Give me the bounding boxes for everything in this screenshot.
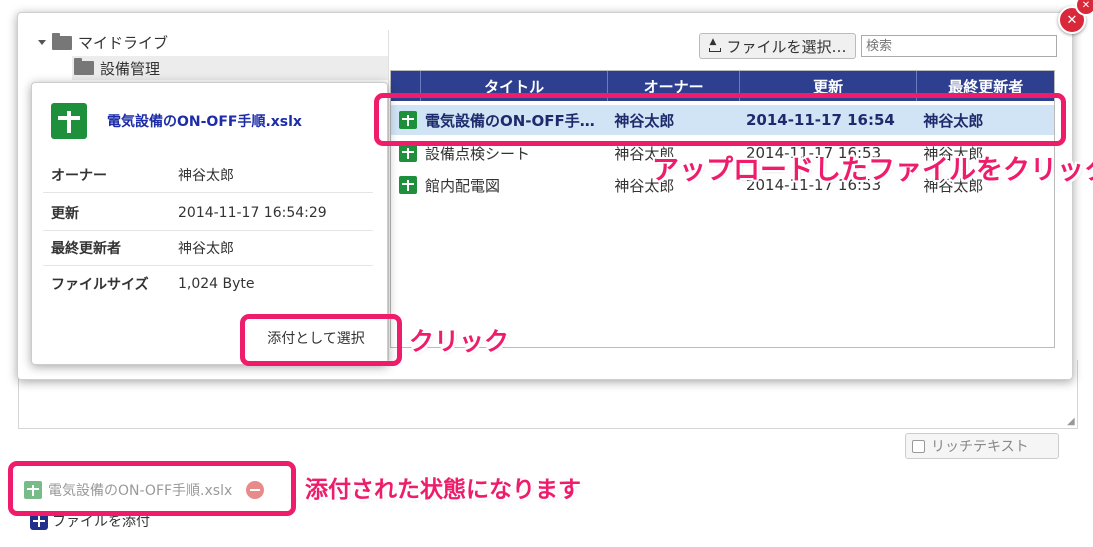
detail-row: ファイルサイズ 1,024 Byte [43,266,373,302]
detail-value: 神谷太郎 [178,240,234,257]
detail-label: オーナー [51,167,107,184]
detail-label: ファイルサイズ [51,277,149,293]
annotation-click-uploaded: アップロードしたファイルをクリック [652,155,1093,186]
tree-root[interactable]: マイドライブ [38,32,168,53]
resize-handle-icon[interactable]: ◢ [1067,417,1075,427]
upload-icon [708,37,722,52]
detail-value: 神谷太郎 [178,167,234,184]
detail-label: 更新 [51,205,79,222]
detail-value: 1,024 Byte [178,276,255,292]
folder-icon [52,32,72,50]
spreadsheet-icon [399,144,417,162]
highlight-selected-row [374,93,1066,146]
upload-label: ファイルを選択… [726,37,847,56]
spreadsheet-icon [399,176,417,194]
checkbox-icon[interactable] [912,439,925,453]
row-title: 館内配電図 [425,176,501,195]
spreadsheet-icon [51,103,87,139]
detail-row: 最終更新者 神谷太郎 [43,230,373,266]
detail-label: 最終更新者 [51,240,121,257]
richtext-toggle[interactable]: リッチテキスト [905,433,1059,459]
tree-root-label: マイドライブ [78,34,169,52]
detail-row: 更新 2014-11-17 16:54:29 [43,195,373,231]
pane-divider[interactable] [388,30,389,360]
annotation-attached-state: 添付された状態になります [305,477,581,503]
annotation-click: クリック [409,327,510,356]
highlight-select-button [240,314,402,366]
tree-item-label: 設備管理 [100,59,161,78]
detail-row: オーナー 神谷太郎 [43,157,373,193]
chevron-down-icon[interactable] [38,40,46,45]
highlight-attached-file [8,461,296,516]
richtext-label: リッチテキスト [931,439,1029,455]
popover-header: 電気設備のON-OFF手順.xslx [51,103,302,139]
popover-file-name: 電気設備のON-OFF手順.xslx [107,114,302,130]
search-input[interactable] [861,35,1057,57]
detail-value: 2014-11-17 16:54:29 [178,204,327,221]
folder-icon [74,58,94,75]
tree-item-setsubi[interactable]: 設備管理 [72,56,388,80]
upload-file-button[interactable]: ファイルを選択… [699,33,856,59]
